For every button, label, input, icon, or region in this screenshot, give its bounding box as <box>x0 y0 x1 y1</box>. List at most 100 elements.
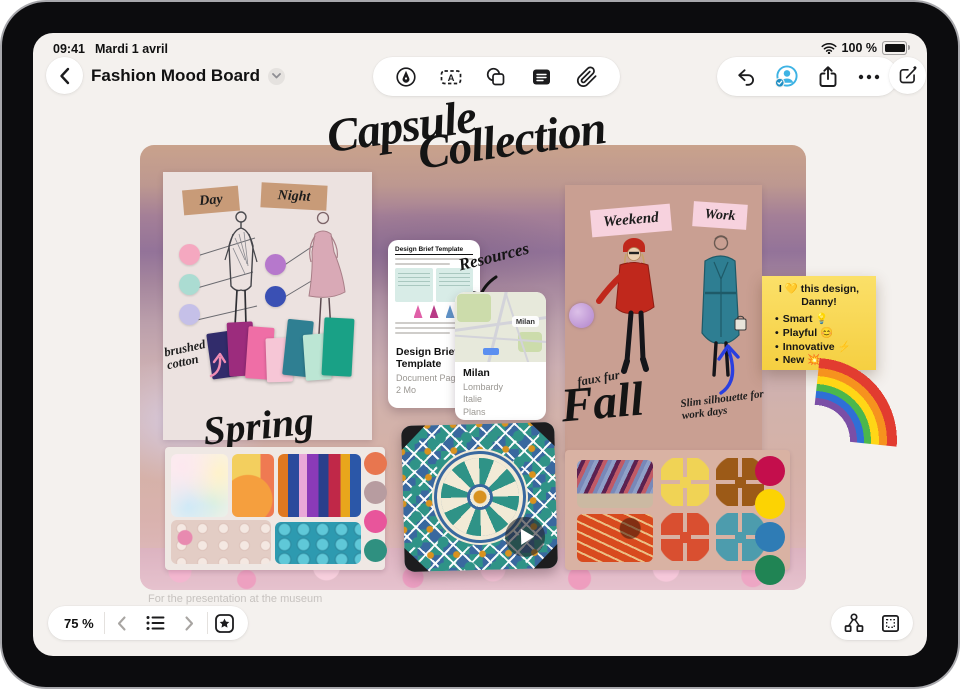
share-icon <box>818 65 838 89</box>
sticky-note-heading: I 💛 this design, Danny! <box>771 283 867 309</box>
undo-button[interactable] <box>731 62 761 92</box>
collaborate-button[interactable] <box>772 62 802 92</box>
woven-textile-photo <box>577 514 653 562</box>
battery-icon <box>882 41 907 55</box>
dotted-select-square-icon <box>880 613 901 634</box>
compose-icon <box>897 65 918 86</box>
map-preview: Milan <box>455 292 546 362</box>
map-app-name: Plans <box>463 407 486 417</box>
next-board-button[interactable] <box>173 606 207 640</box>
map-app-row: Plans <box>463 407 538 417</box>
new-board-button[interactable] <box>889 57 926 94</box>
color-dot <box>179 304 200 325</box>
fall-board[interactable]: Weekend Work <box>565 185 762 457</box>
connector-tool-button[interactable] <box>837 606 871 640</box>
collage-color-dots <box>364 452 387 562</box>
color-pinwheel <box>661 458 709 506</box>
connector-diagram-icon <box>843 612 865 634</box>
weekend-outfit-sketch <box>591 235 679 375</box>
ipad-device-frame: 09:41 Mardi 1 avril 100 % Fashion Mood B… <box>0 0 960 689</box>
day-color-dots <box>179 244 200 325</box>
board-list-button[interactable] <box>139 606 173 640</box>
weekend-label: Weekend <box>590 204 672 238</box>
sticky-bullet: Playful 😊 <box>775 327 867 341</box>
color-dot <box>364 510 387 533</box>
map-route-badge <box>483 348 499 355</box>
status-time: 09:41 <box>53 42 85 56</box>
slim-silhouette-annotation[interactable]: Slim silhouette for work days <box>680 388 766 422</box>
more-button[interactable] <box>854 62 884 92</box>
color-dot <box>265 286 286 307</box>
status-bar-right: 100 % <box>821 41 907 55</box>
rainbow-emoji-sticker[interactable] <box>811 342 917 448</box>
ellipsis-icon <box>858 74 880 80</box>
wifi-icon <box>821 42 837 54</box>
pink-arrow <box>207 350 229 378</box>
chevron-left-icon <box>117 616 126 631</box>
pencil-circle-icon <box>395 66 417 88</box>
chevron-right-icon <box>185 616 194 631</box>
color-dot <box>179 274 200 295</box>
zoom-level[interactable]: 75 % <box>54 616 104 631</box>
board-caption: For the presentation at the museum <box>148 593 322 605</box>
canvas-tools-pill <box>831 606 913 640</box>
status-date: Mardi 1 avril <box>95 42 168 56</box>
chevron-down-icon <box>272 73 281 79</box>
document-title-row[interactable]: Fashion Mood Board <box>91 66 285 86</box>
star-square-icon <box>214 613 235 634</box>
text-box-tool-button[interactable]: A <box>436 62 466 92</box>
status-bar-left: 09:41 Mardi 1 avril <box>53 42 168 56</box>
spring-board[interactable]: Day Night <box>163 172 372 440</box>
person-check-collab-icon <box>774 64 799 89</box>
map-country: Italie <box>463 394 538 404</box>
night-color-dots <box>265 254 286 307</box>
fall-color-dots <box>755 456 785 585</box>
color-dot <box>755 555 785 585</box>
back-button[interactable] <box>46 57 83 94</box>
list-icon <box>146 615 165 631</box>
sticky-bullet: Smart 💡 <box>775 313 867 327</box>
abstract-shapes-photo <box>232 454 274 517</box>
fabric-swatches <box>209 318 346 376</box>
undo-icon <box>735 67 757 87</box>
zoom-navigation-pill: 75 % <box>48 606 248 640</box>
color-dot <box>364 539 387 562</box>
chevron-left-icon <box>59 67 70 85</box>
shapes-icon <box>485 66 507 88</box>
fall-palette-board[interactable] <box>565 450 790 570</box>
text-box-icon: A <box>439 66 463 88</box>
fall-season-text[interactable]: Fall <box>559 377 645 428</box>
turquoise-stones-photo <box>275 522 361 564</box>
night-label: Night <box>260 182 327 210</box>
color-dot <box>755 489 785 519</box>
spring-collage-board[interactable] <box>165 447 385 570</box>
map-title: Milan <box>463 367 538 379</box>
favorites-button[interactable] <box>208 606 242 640</box>
previous-board-button[interactable] <box>105 606 139 640</box>
page-title: Fashion Mood Board <box>91 66 260 86</box>
play-button[interactable] <box>505 516 546 557</box>
share-button[interactable] <box>813 62 843 92</box>
svg-text:A: A <box>448 72 455 83</box>
screen: 09:41 Mardi 1 avril 100 % Fashion Mood B… <box>33 33 927 656</box>
tile-pattern-video[interactable] <box>401 422 558 572</box>
title-menu-button[interactable] <box>268 68 285 85</box>
draw-tool-button[interactable] <box>391 62 421 92</box>
select-area-button[interactable] <box>873 606 907 640</box>
shapes-tool-button[interactable] <box>481 62 511 92</box>
color-dot <box>179 244 200 265</box>
roses-photo <box>171 520 271 564</box>
watercolor-photo <box>171 454 228 517</box>
map-card[interactable]: Milan Milan Lombardy Italie Plans <box>455 292 546 420</box>
color-dot <box>364 481 387 504</box>
play-icon <box>520 529 533 545</box>
day-outfit-sketch <box>211 208 271 336</box>
spring-season-text[interactable]: Spring <box>201 402 315 450</box>
color-swatch <box>322 317 355 376</box>
color-dot <box>265 254 286 275</box>
actions-pill <box>717 57 898 96</box>
color-pinwheel <box>661 513 709 561</box>
pinwheel-shapes <box>661 458 764 561</box>
freeform-canvas[interactable]: Capsule Collection Day Night <box>140 145 806 590</box>
work-label: Work <box>692 201 748 230</box>
